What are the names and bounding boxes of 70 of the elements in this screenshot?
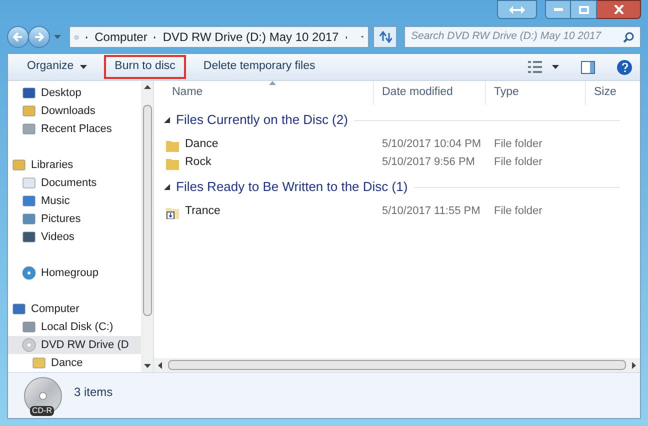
cd-icon: CD-R	[24, 377, 62, 415]
column-header[interactable]: Name	[164, 81, 374, 105]
item-count: 3 items	[74, 384, 113, 401]
nav-item[interactable]: Music	[8, 192, 141, 210]
date-cell: 5/10/2017 11:55 PM	[382, 205, 480, 218]
file-name[interactable]: Rock	[164, 154, 374, 172]
toolbar-button[interactable]: Burn to disc	[104, 55, 186, 79]
left-arrow-icon[interactable]	[158, 362, 162, 368]
maximize-icon	[578, 6, 588, 14]
disc-icon	[22, 338, 36, 352]
minimize-icon	[554, 8, 562, 11]
close-button[interactable]	[597, 0, 641, 19]
help-button[interactable]	[617, 60, 632, 74]
nav-item[interactable]: Homegroup	[8, 264, 141, 282]
nav-item[interactable]: Desktop	[8, 84, 141, 102]
maximize-button[interactable]	[571, 0, 597, 19]
date-cell: 5/10/2017 9:56 PM	[382, 156, 475, 168]
column-header[interactable]: Size	[586, 81, 630, 105]
collapse-triangle-icon[interactable]	[164, 117, 170, 123]
caret-icon	[552, 65, 559, 69]
horizontal-scrollbar[interactable]	[154, 358, 640, 372]
file-name[interactable]: Dance	[164, 136, 374, 154]
nav-item[interactable]: Documents	[8, 174, 141, 192]
group-heading[interactable]: Files Currently on the Disc (2)	[176, 110, 348, 130]
history-caret-icon	[54, 35, 61, 40]
nav-item[interactable]: Videos	[8, 228, 141, 246]
collapse-triangle-icon[interactable]	[164, 184, 170, 190]
nav-item[interactable]: Local Disk (C:)	[8, 318, 141, 336]
minimize-button[interactable]	[545, 0, 571, 19]
forward-button[interactable]	[28, 26, 50, 48]
close-icon	[614, 5, 624, 14]
search-field[interactable]: Search DVD RW Drive (D:) May 10 2017	[404, 26, 641, 48]
nav-item[interactable]: Libraries	[8, 156, 141, 174]
preview-pane-button[interactable]	[581, 60, 595, 74]
nav-item[interactable]: Pictures	[8, 210, 141, 228]
address-bar[interactable]: Computer DVD RW Drive (D:) May 10 2017	[69, 26, 369, 48]
search-icon	[623, 32, 634, 43]
type-cell: File folder	[494, 205, 542, 218]
resize-button[interactable]	[497, 0, 537, 19]
list-view-icon	[528, 61, 542, 73]
folder-with-arrow-icon	[166, 206, 179, 218]
file-name[interactable]: Trance	[164, 203, 374, 221]
group-heading[interactable]: Files Ready to Be Written to the Disc (1)	[176, 177, 408, 197]
nav-item[interactable]: Dance	[8, 354, 141, 372]
toolbar-button[interactable]: Organize	[16, 55, 98, 79]
vertical-scrollbar[interactable]	[141, 81, 153, 372]
toolbar-button[interactable]: Delete temporary files	[192, 55, 326, 79]
nav-item[interactable]: DVD RW Drive (D	[8, 336, 141, 354]
breadcrumb[interactable]: Computer	[94, 28, 148, 46]
nav-item[interactable]: Downloads	[8, 102, 141, 120]
nav-item[interactable]: Computer	[8, 300, 141, 318]
nav-item[interactable]: Recent Places	[8, 120, 141, 138]
up-arrow-icon[interactable]	[144, 85, 150, 89]
right-arrow-icon	[34, 32, 44, 42]
sort-arrow-icon	[268, 81, 276, 85]
refresh-arrows-icon	[378, 31, 392, 44]
type-cell: File folder	[494, 156, 542, 168]
question-mark-icon	[622, 62, 628, 72]
type-cell: File folder	[494, 138, 542, 150]
back-button[interactable]	[7, 26, 29, 48]
date-cell: 5/10/2017 10:04 PM	[382, 138, 482, 150]
column-header[interactable]: Type	[486, 81, 586, 105]
down-arrow-icon[interactable]	[144, 364, 150, 368]
refresh-button[interactable]	[373, 26, 397, 48]
caret-icon	[80, 65, 87, 69]
column-header[interactable]: Date modified	[374, 81, 486, 105]
left-arrow-icon	[13, 32, 23, 42]
right-arrow-icon[interactable]	[632, 362, 636, 368]
breadcrumb[interactable]: DVD RW Drive (D:) May 10 2017	[162, 28, 339, 46]
double-arrow-icon	[509, 6, 525, 14]
